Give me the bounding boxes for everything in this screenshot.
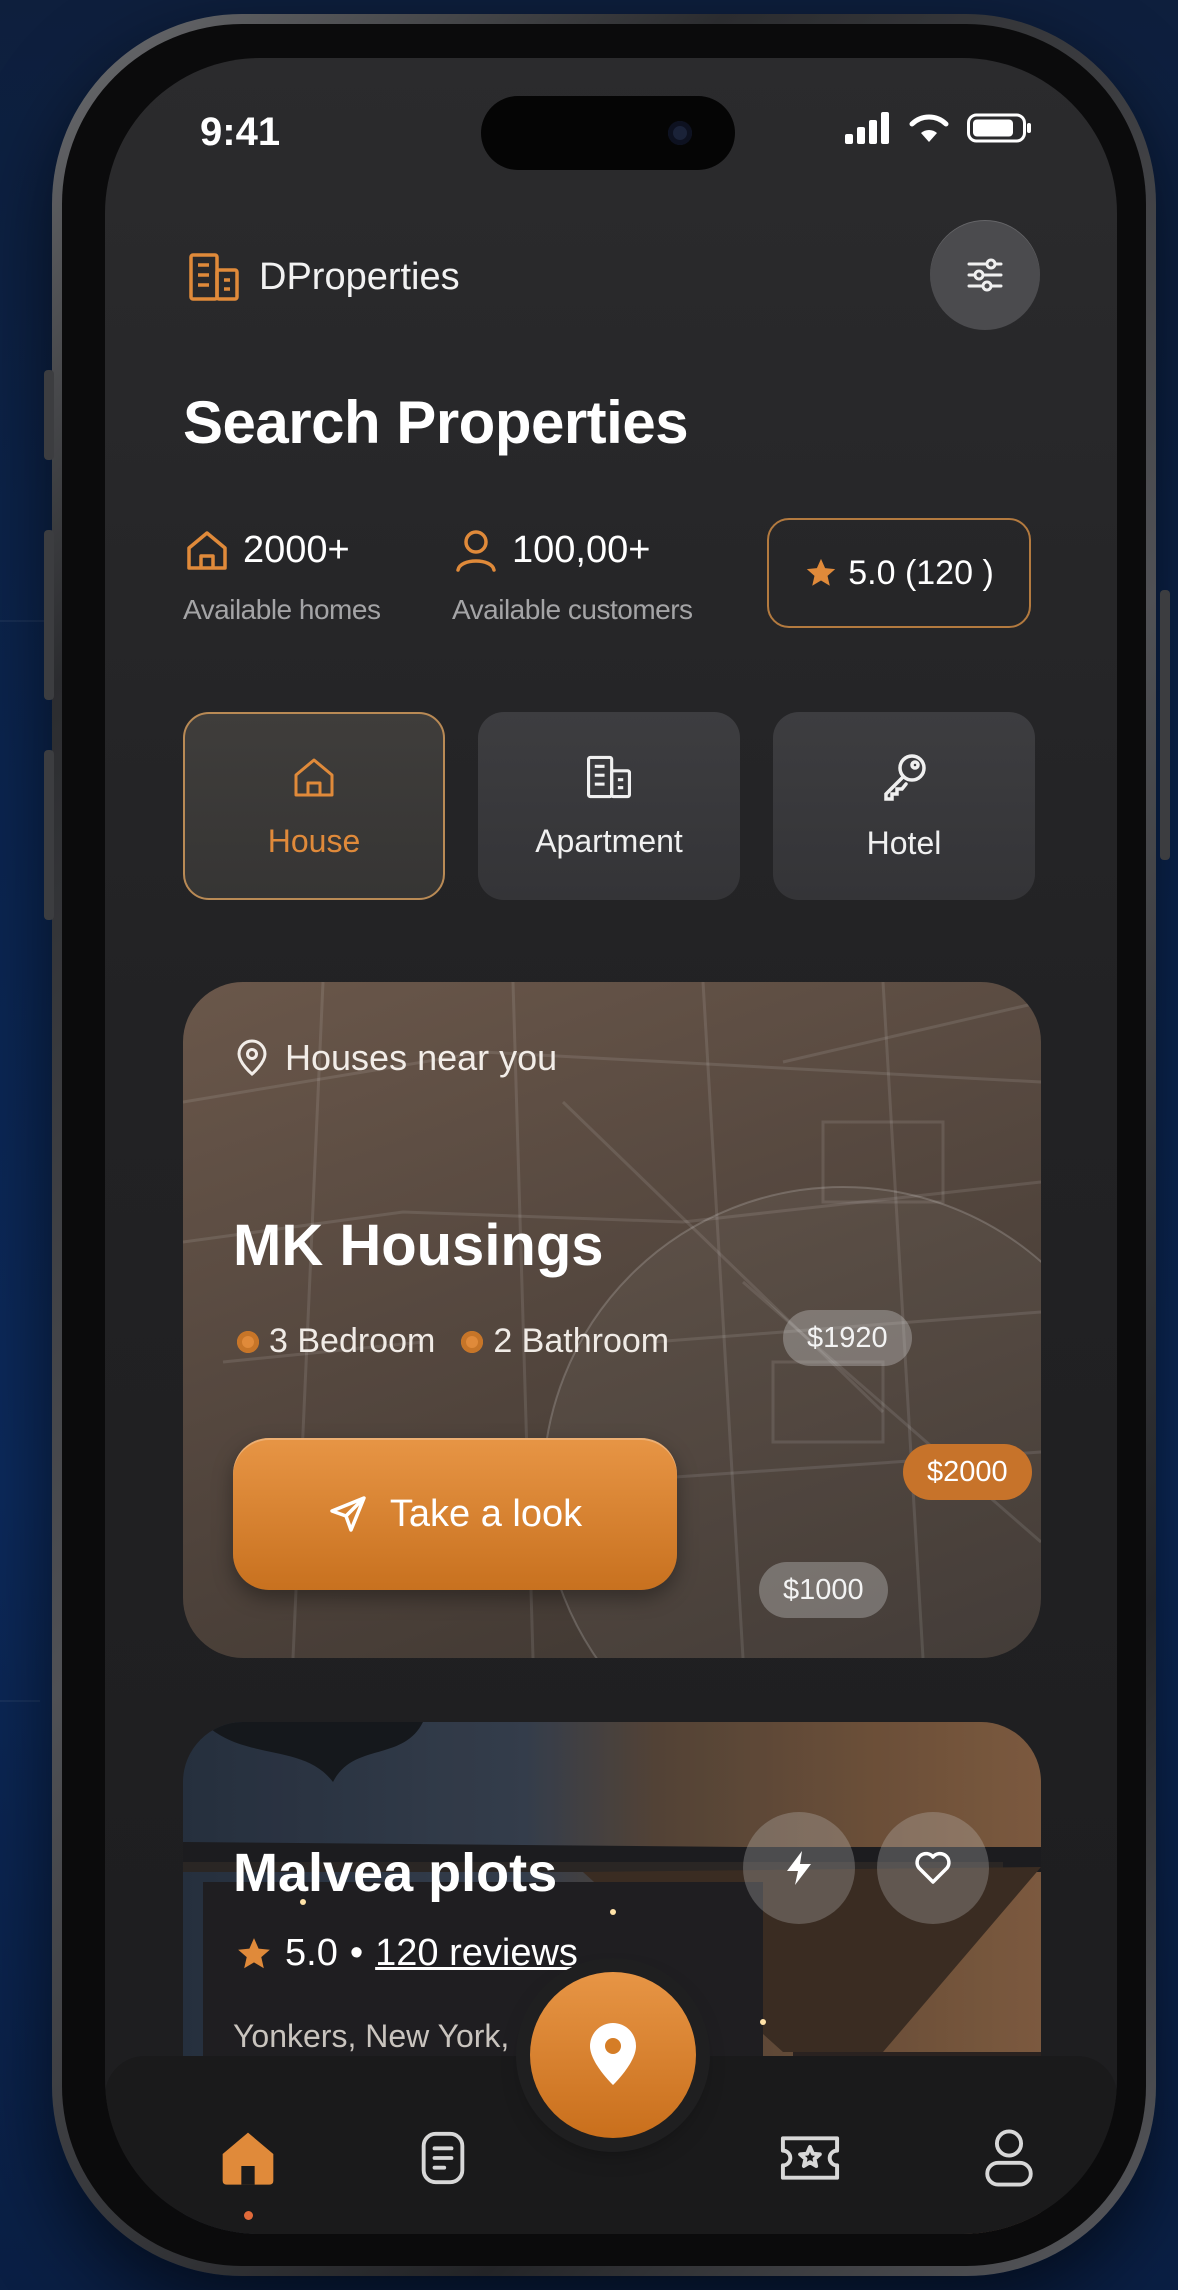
category-label: Hotel <box>866 824 942 861</box>
home-icon <box>294 758 334 796</box>
category-apartment[interactable]: Apartment <box>478 712 740 900</box>
tab-profile[interactable] <box>969 2118 1049 2198</box>
separator: • <box>349 1932 364 1974</box>
home-filled-icon <box>222 2132 274 2185</box>
tab-tickets[interactable] <box>770 2118 850 2198</box>
wifi-icon <box>909 114 949 142</box>
price-tag[interactable]: $1920 <box>783 1310 912 1366</box>
stat-customers: 100,00+ Available customers <box>452 526 693 626</box>
building-icon <box>587 755 631 798</box>
action-button <box>44 370 54 460</box>
map-button[interactable] <box>530 1972 696 2138</box>
app-screen: 9:41 DProperties Search Properties 2000+… <box>105 58 1117 2234</box>
listing-name: Malvea plots <box>233 1843 558 1903</box>
stat-label: Available customers <box>452 594 693 625</box>
property-name: MK Housings <box>233 1213 604 1278</box>
price-tag-selected[interactable]: $2000 <box>903 1444 1032 1500</box>
user-icon <box>985 2129 1033 2187</box>
bathroom-count: 2 Bathroom <box>493 1322 670 1360</box>
bullet-dot <box>461 1330 484 1353</box>
rating-text: 5.0 (120 ) <box>848 553 994 592</box>
status-icons <box>845 112 1033 144</box>
boost-button[interactable] <box>743 1812 855 1924</box>
filter-button[interactable] <box>930 220 1040 330</box>
location-pin-icon <box>237 1039 267 1076</box>
reviews-link[interactable]: 120 reviews <box>375 1932 578 1975</box>
status-time: 9:41 <box>200 110 281 154</box>
volume-down-button <box>44 750 54 920</box>
bedroom-count: 3 Bedroom <box>269 1322 436 1360</box>
stat-value: 100,00+ <box>512 528 651 571</box>
building-icon <box>189 253 239 301</box>
send-icon <box>330 1496 366 1532</box>
tab-listings[interactable] <box>403 2118 483 2198</box>
lightning-icon <box>787 1851 811 1885</box>
dynamic-island <box>481 96 735 170</box>
battery-icon <box>967 113 1031 143</box>
tab-home[interactable] <box>208 2118 288 2198</box>
star-icon <box>807 558 836 586</box>
near-text: Houses near you <box>285 1037 558 1078</box>
volume-up-button <box>44 530 54 700</box>
home-icon <box>187 531 227 570</box>
take-a-look-button[interactable]: Take a look <box>233 1438 677 1590</box>
document-icon <box>421 2131 465 2185</box>
stat-homes: 2000+ Available homes <box>183 526 381 626</box>
bullet-dot <box>237 1330 259 1353</box>
category-label: Apartment <box>535 822 683 859</box>
cta-label: Take a look <box>389 1492 583 1535</box>
stat-label: Available homes <box>183 594 381 625</box>
user-icon <box>456 530 496 572</box>
property-features: 3 Bedroom 2 Bathroom <box>237 1322 669 1361</box>
rating-badge[interactable]: 5.0 (120 ) <box>767 518 1031 628</box>
stat-value: 2000+ <box>243 528 350 571</box>
near-label: Houses near you <box>235 1037 557 1079</box>
listing-location: Yonkers, New York, <box>233 2018 510 2054</box>
location-pin-icon <box>590 2023 636 2085</box>
tab-active-indicator <box>244 2211 253 2220</box>
listing-rating: 5.0 • 120 reviews <box>235 1932 578 1975</box>
favorite-button[interactable] <box>877 1812 989 1924</box>
price-tag[interactable]: $1000 <box>759 1562 888 1618</box>
featured-card[interactable]: Houses near you MK Housings 3 Bedroom 2 … <box>183 982 1041 1658</box>
signal-icon <box>845 112 889 144</box>
category-label: House <box>267 822 361 859</box>
heart-icon <box>915 1851 951 1884</box>
rating-value: 5.0 <box>285 1932 338 1974</box>
category-hotel[interactable]: Hotel <box>773 712 1035 900</box>
key-icon <box>884 753 926 801</box>
brand-name: DProperties <box>259 255 460 298</box>
star-icon <box>238 1937 270 1968</box>
ticket-icon <box>780 2136 840 2180</box>
category-house[interactable]: House <box>183 712 445 900</box>
power-button <box>1160 590 1170 860</box>
sliders-icon <box>967 258 1003 292</box>
brand: DProperties <box>187 250 460 304</box>
page-title: Search Properties <box>183 389 689 456</box>
